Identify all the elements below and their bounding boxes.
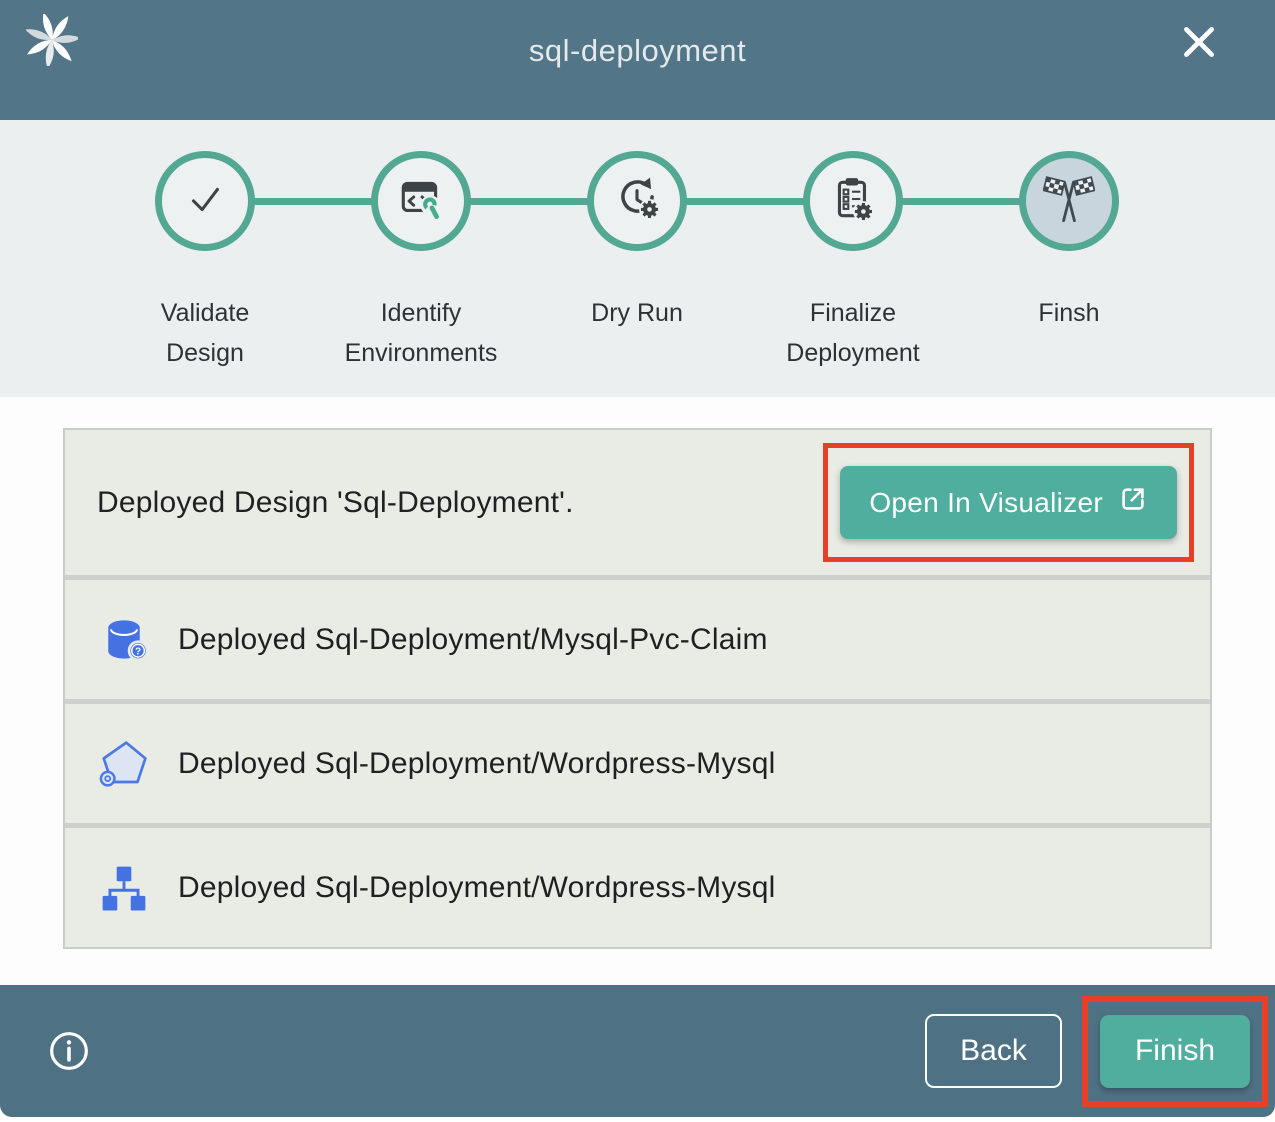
result-row: ? Deployed Sql-Deployment/Mysql-Pvc-Clai… <box>65 575 1210 699</box>
step-label: Finsh <box>987 293 1152 333</box>
step-label: Finalize Deployment <box>771 293 936 373</box>
step-circle-identify-environments <box>371 151 471 251</box>
step-identify-environments: Identify Environments <box>313 151 529 373</box>
code-wrench-icon <box>396 174 446 229</box>
step-finalize-deployment: Finalize Deployment <box>745 151 961 373</box>
modal-footer: Back Finish <box>0 985 1275 1117</box>
deployment-results-list: Deployed Design 'Sql-Deployment'. Open I… <box>63 428 1212 949</box>
result-text: Deployed Sql-Deployment/Wordpress-Mysql <box>178 871 775 905</box>
info-button[interactable] <box>48 1030 90 1072</box>
result-row: Deployed Sql-Deployment/Wordpress-Mysql <box>65 823 1210 947</box>
check-icon <box>182 176 228 227</box>
deployment-stepper: Validate Design Ident <box>0 120 1275 397</box>
step-dry-run: Dry Run <box>529 151 745 373</box>
dry-run-icon <box>612 174 662 229</box>
meshery-logo-icon <box>26 14 78 66</box>
step-circle-dry-run <box>587 151 687 251</box>
annotation-box-finish: Finish <box>1082 996 1268 1107</box>
database-icon: ? <box>97 613 151 667</box>
results-panel: Deployed Design 'Sql-Deployment'. Open I… <box>0 397 1275 985</box>
open-in-visualizer-label: Open In Visualizer <box>869 487 1103 519</box>
summary-text: Deployed Design 'Sql-Deployment'. <box>97 486 574 520</box>
step-label: Identify Environments <box>339 293 504 373</box>
summary-row: Deployed Design 'Sql-Deployment'. Open I… <box>65 430 1210 575</box>
step-label: Dry Run <box>555 293 720 333</box>
finish-button[interactable]: Finish <box>1100 1015 1250 1088</box>
close-button[interactable] <box>1178 21 1220 63</box>
result-text: Deployed Sql-Deployment/Wordpress-Mysql <box>178 747 775 781</box>
svg-text:?: ? <box>135 646 141 657</box>
finish-flags-icon <box>1043 173 1095 230</box>
clipboard-gear-icon <box>828 174 878 229</box>
step-circle-finish <box>1019 151 1119 251</box>
pentagon-icon <box>97 737 151 791</box>
result-row: Deployed Sql-Deployment/Wordpress-Mysql <box>65 699 1210 823</box>
deployment-modal: sql-deployment Validate Design <box>0 0 1275 1117</box>
info-icon <box>48 1060 90 1075</box>
step-circle-finalize-deployment <box>803 151 903 251</box>
step-validate-design: Validate Design <box>97 151 313 373</box>
close-icon <box>1178 51 1220 66</box>
open-in-visualizer-button[interactable]: Open In Visualizer <box>840 466 1177 539</box>
annotation-box-visualizer: Open In Visualizer <box>823 443 1194 562</box>
result-text: Deployed Sql-Deployment/Mysql-Pvc-Claim <box>178 623 768 657</box>
hierarchy-icon <box>97 861 151 915</box>
step-label: Validate Design <box>123 293 288 373</box>
step-circle-validate-design <box>155 151 255 251</box>
step-finish: Finsh <box>961 151 1177 373</box>
modal-title: sql-deployment <box>529 33 746 69</box>
external-link-icon <box>1118 484 1148 521</box>
modal-header: sql-deployment <box>0 0 1275 120</box>
back-button[interactable]: Back <box>925 1014 1062 1088</box>
